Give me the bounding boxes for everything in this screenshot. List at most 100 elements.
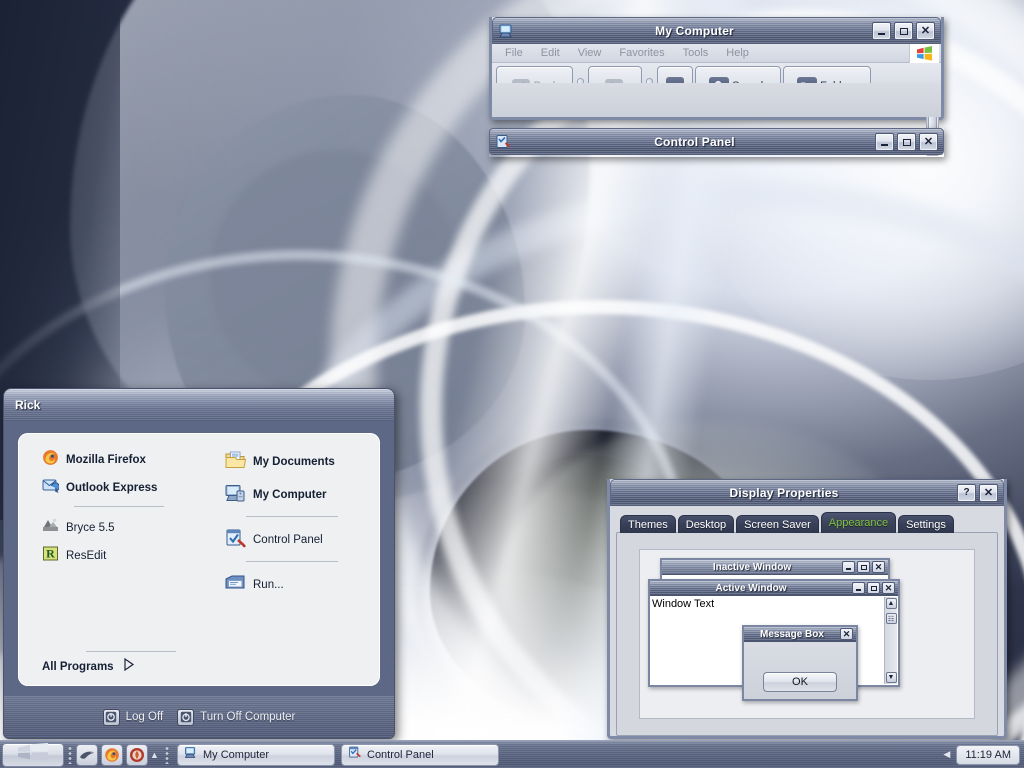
- start-menu-item-label: My Documents: [253, 456, 335, 468]
- scroll-up-icon: ▲: [886, 598, 897, 609]
- taskbar-window-buttons[interactable]: My Computer Control Panel: [177, 744, 499, 766]
- turn-off-computer-button[interactable]: Turn Off Computer: [177, 709, 295, 726]
- quick-launch-bar[interactable]: [76, 744, 148, 766]
- preview-vertical-scrollbar: ▲ ☷ ▼: [884, 597, 897, 684]
- firefox-icon: [42, 449, 59, 471]
- preview-window-text: Window Text: [652, 598, 714, 610]
- question-mark-icon: ?: [963, 488, 969, 498]
- start-button[interactable]: [2, 743, 64, 767]
- scrollbar-grip-icon: ☷: [886, 613, 897, 624]
- start-menu-item-run[interactable]: Run...: [224, 570, 380, 600]
- menu-edit[interactable]: Edit: [532, 44, 569, 63]
- close-icon: ✕: [984, 488, 993, 499]
- maximize-button[interactable]: [894, 22, 913, 40]
- my-computer-titlebar[interactable]: My Computer ✕: [492, 17, 941, 44]
- start-menu-item-my-computer[interactable]: My Computer: [224, 480, 380, 510]
- log-off-label: Log Off: [126, 711, 164, 723]
- window-display-properties[interactable]: Display Properties ? ✕ Themes Desktop Sc…: [607, 479, 1007, 739]
- display-properties-tabs[interactable]: Themes Desktop Screen Saver Appearance S…: [616, 514, 998, 533]
- control-panel-titlebar[interactable]: Control Panel ✕: [489, 128, 944, 155]
- start-menu-item-label: Bryce 5.5: [66, 522, 115, 534]
- bryce-icon: [42, 517, 59, 539]
- quick-launch-expand-icon[interactable]: ▲: [148, 745, 161, 765]
- media-player-icon[interactable]: [126, 744, 148, 766]
- menu-help[interactable]: Help: [717, 44, 758, 63]
- my-computer-client-area: [492, 83, 941, 117]
- preview-active-window: Active Window ✕ Window Text ▲ ☷ ▼: [648, 579, 900, 687]
- system-tray[interactable]: ◀ 11:19 AM: [943, 745, 1020, 765]
- taskbar-button-control-panel[interactable]: Control Panel: [341, 744, 499, 766]
- taskbar-button-my-computer[interactable]: My Computer: [177, 744, 335, 766]
- svg-text:R: R: [46, 546, 55, 560]
- close-button: ✕: [840, 628, 853, 640]
- menu-tools[interactable]: Tools: [674, 44, 718, 63]
- tab-screen-saver[interactable]: Screen Saver: [736, 515, 819, 533]
- start-menu-item-my-documents[interactable]: My Documents: [224, 447, 380, 477]
- my-computer-icon: [224, 483, 246, 508]
- start-menu-item-label: Mozilla Firefox: [66, 454, 146, 466]
- minimize-button[interactable]: [875, 133, 894, 151]
- show-desktop-icon[interactable]: [76, 744, 98, 766]
- preview-message-box-titlebar: Message Box ✕: [744, 627, 856, 642]
- start-menu-item-label: My Computer: [253, 489, 326, 501]
- start-menu[interactable]: Rick Mozilla Firefox: [3, 388, 395, 739]
- display-properties-window-buttons[interactable]: ? ✕: [957, 484, 998, 502]
- preview-inactive-titlebar: Inactive Window ✕: [662, 560, 888, 575]
- close-button[interactable]: ✕: [916, 22, 935, 40]
- chevron-right-icon: [123, 658, 135, 676]
- start-menu-header: Rick: [4, 389, 394, 421]
- taskbar[interactable]: ▲ My Computer Control Pan: [0, 740, 1024, 768]
- maximize-button: [857, 561, 870, 573]
- close-icon: ✕: [924, 137, 933, 148]
- windows-flag-icon: [909, 44, 939, 63]
- window-control-panel[interactable]: Control Panel ✕: [489, 128, 944, 157]
- my-computer-title: My Computer: [517, 24, 872, 38]
- start-menu-item-resedit[interactable]: R ResEdit: [42, 543, 218, 568]
- start-menu-item-label: Run...: [253, 579, 284, 591]
- minimize-button[interactable]: [872, 22, 891, 40]
- close-button[interactable]: ✕: [979, 484, 998, 502]
- maximize-button: [867, 582, 880, 594]
- start-menu-item-bryce[interactable]: Bryce 5.5: [42, 515, 218, 540]
- start-menu-all-programs[interactable]: All Programs: [42, 658, 135, 676]
- taskbar-grip-2[interactable]: [165, 746, 169, 764]
- start-menu-item-control-panel[interactable]: Control Panel: [224, 525, 380, 555]
- firefox-icon[interactable]: [101, 744, 123, 766]
- tray-expand-icon[interactable]: ◀: [943, 749, 950, 760]
- turn-off-label: Turn Off Computer: [200, 711, 295, 723]
- menu-view[interactable]: View: [569, 44, 611, 63]
- resedit-icon: R: [42, 545, 59, 567]
- my-computer-icon: [497, 22, 515, 40]
- minimize-button: [852, 582, 865, 594]
- help-button[interactable]: ?: [957, 484, 976, 502]
- run-icon: [224, 573, 246, 598]
- window-my-computer[interactable]: My Computer ✕ File Edit View Favorites T…: [489, 17, 944, 120]
- preview-inactive-buttons: ✕: [842, 561, 885, 573]
- scroll-down-icon: ▼: [886, 672, 897, 683]
- display-properties-titlebar[interactable]: Display Properties ? ✕: [610, 479, 1004, 506]
- close-button[interactable]: ✕: [919, 133, 938, 151]
- log-off-button[interactable]: Log Off: [103, 709, 164, 726]
- taskbar-grip-1[interactable]: [68, 746, 72, 764]
- start-menu-user-name: Rick: [15, 398, 40, 412]
- appearance-preview-area: Inactive Window ✕ Active Window: [639, 549, 975, 719]
- taskbar-clock[interactable]: 11:19 AM: [956, 745, 1020, 765]
- maximize-button[interactable]: [897, 133, 916, 151]
- control-panel-title: Control Panel: [514, 135, 875, 149]
- start-menu-item-outlook-express[interactable]: Outlook Express: [42, 475, 218, 500]
- windows-logo-icon: [14, 743, 52, 766]
- taskbar-button-label: My Computer: [203, 749, 269, 761]
- tab-desktop[interactable]: Desktop: [678, 515, 734, 533]
- power-icon: [177, 709, 194, 726]
- my-computer-window-buttons[interactable]: ✕: [872, 22, 935, 40]
- tab-themes[interactable]: Themes: [620, 515, 676, 533]
- tab-settings[interactable]: Settings: [898, 515, 954, 533]
- tab-appearance[interactable]: Appearance: [821, 512, 896, 533]
- menu-favorites[interactable]: Favorites: [610, 44, 673, 63]
- control-panel-window-buttons[interactable]: ✕: [875, 133, 938, 151]
- all-programs-label: All Programs: [42, 661, 114, 673]
- my-computer-menubar[interactable]: File Edit View Favorites Tools Help: [492, 44, 941, 63]
- start-menu-item-mozilla-firefox[interactable]: Mozilla Firefox: [42, 447, 218, 472]
- display-properties-body: Themes Desktop Screen Saver Appearance S…: [610, 506, 1004, 736]
- menu-file[interactable]: File: [496, 44, 532, 63]
